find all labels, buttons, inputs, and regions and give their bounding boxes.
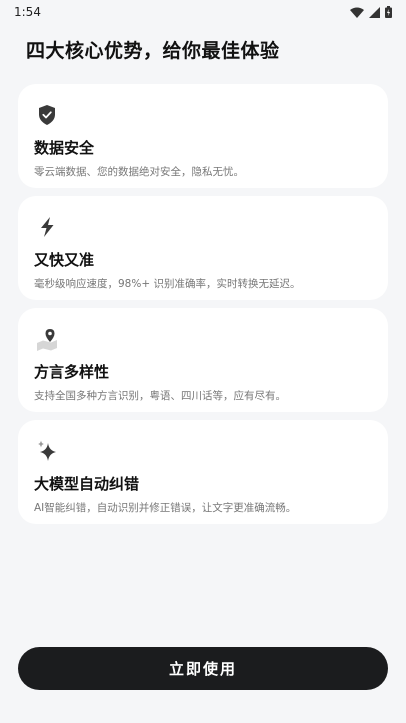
feature-title: 大模型自动纠错 [34,475,140,493]
feature-card-data-security: 数据安全 零云端数据、您的数据绝对安全，隐私无忧。 [18,84,388,188]
use-now-button[interactable]: 立即使用 [18,647,388,690]
status-bar: 1:54 [0,0,406,24]
feature-card-llm-correction: 大模型自动纠错 AI智能纠错，自动识别并修正错误，让文字更准确流畅。 [18,420,388,524]
battery-icon [385,6,392,18]
wifi-icon [350,7,364,18]
sparkle-icon [38,440,56,461]
lightning-icon [41,217,54,237]
feature-description: 支持全国多种方言识别，粤语、四川话等，应有尽有。 [34,390,286,402]
feature-description: AI智能纠错，自动识别并修正错误，让文字更准确流畅。 [34,502,297,514]
feature-title: 又快又准 [34,251,95,269]
shield-icon [39,105,55,125]
feature-description: 零云端数据、您的数据绝对安全，隐私无忧。 [34,166,244,178]
feature-description: 毫秒级响应速度，98%+ 识别准确率，实时转换无延迟。 [34,278,301,290]
feature-title: 方言多样性 [34,363,110,381]
feature-card-dialects: 方言多样性 支持全国多种方言识别，粤语、四川话等，应有尽有。 [18,308,388,412]
cellular-signal-icon [369,6,380,18]
map-pin-icon [37,329,57,351]
feature-title: 数据安全 [34,139,95,157]
status-icons [350,6,392,18]
page-title: 四大核心优势，给你最佳体验 [26,40,280,62]
feature-card-fast-accurate: 又快又准 毫秒级响应速度，98%+ 识别准确率，实时转换无延迟。 [18,196,388,300]
status-time: 1:54 [14,5,41,19]
